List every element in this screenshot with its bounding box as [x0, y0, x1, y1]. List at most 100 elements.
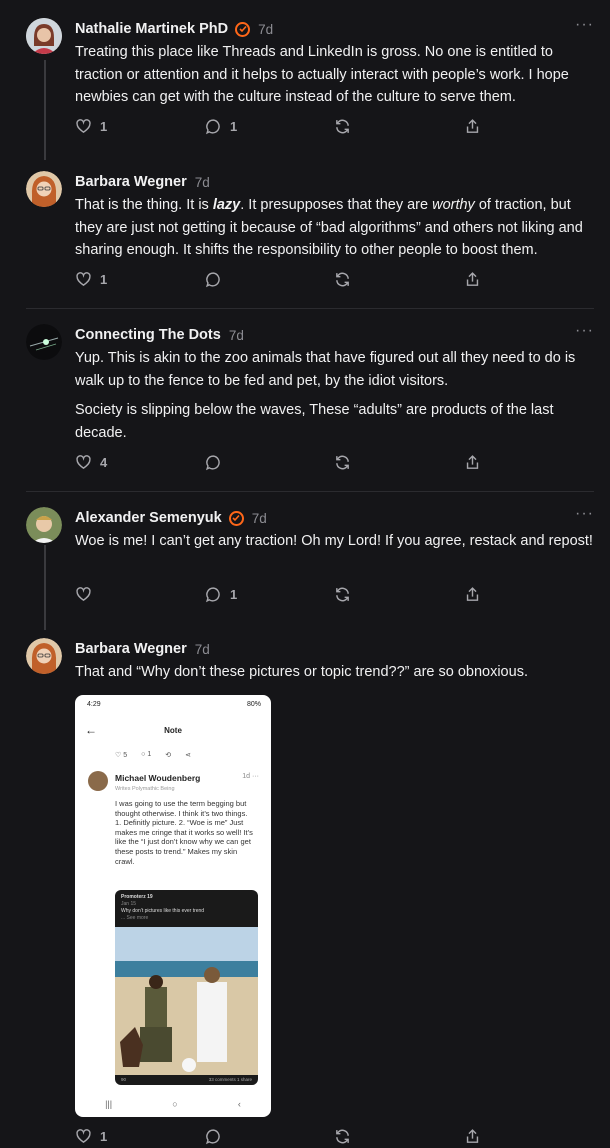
- comment-button[interactable]: [205, 1128, 222, 1145]
- share-icon: [466, 272, 479, 286]
- post-paragraph: That and “Why don’t these pictures or to…: [75, 664, 528, 680]
- phone-comments: ○ 1: [141, 751, 152, 758]
- like-count: 4: [100, 455, 108, 470]
- restack-icon: [336, 455, 349, 470]
- share-button[interactable]: [464, 271, 481, 288]
- heart-icon: [76, 587, 91, 602]
- comment-count: 1: [230, 587, 238, 602]
- restack-button[interactable]: [334, 454, 351, 471]
- share-button[interactable]: [464, 454, 481, 471]
- more-icon[interactable]: ···: [575, 323, 594, 339]
- embed-footer: 90 33 comments 1 share: [121, 1077, 252, 1082]
- post-body: That and “Why don’t these pictures or to…: [75, 661, 595, 684]
- embed-header: Promoterz 19 Jan 15 Why don’t pictures l…: [115, 890, 258, 926]
- share-button[interactable]: [464, 1128, 481, 1145]
- more-icon[interactable]: ···: [575, 506, 594, 522]
- phone-post-text: I was going to use the term begging but …: [115, 799, 253, 866]
- restack-button[interactable]: [334, 118, 351, 135]
- comment-icon: [205, 272, 220, 288]
- post-time[interactable]: 7d: [258, 22, 273, 37]
- share-button[interactable]: [464, 118, 481, 135]
- avatar[interactable]: [26, 324, 62, 360]
- author-name[interactable]: Alexander Semenyuk: [75, 510, 222, 526]
- divider: [26, 308, 594, 309]
- like-count: 1: [100, 1129, 108, 1144]
- phone-status-bar: 4:29 80%: [87, 701, 261, 708]
- author-name[interactable]: Nathalie Martinek PhD: [75, 21, 228, 37]
- like-button[interactable]: [75, 586, 92, 603]
- embed-more: ... See more: [121, 915, 149, 921]
- post-paragraph: Woe is me! I can’t get any traction! Oh …: [75, 533, 593, 549]
- comment-icon: [205, 455, 220, 471]
- comment-button[interactable]: 1: [205, 586, 237, 603]
- share-icon: [466, 1129, 479, 1143]
- post-time[interactable]: 7d: [195, 642, 210, 657]
- comment-icon: [205, 1129, 220, 1145]
- avatar[interactable]: [26, 507, 62, 543]
- heart-icon: [76, 1129, 91, 1144]
- post-time[interactable]: 7d: [229, 328, 244, 343]
- post-body: Treating this place like Threads and Lin…: [75, 41, 595, 109]
- phone-embedded-post: Promoterz 19 Jan 15 Why don’t pictures l…: [115, 890, 258, 1085]
- heart-icon: [76, 455, 91, 470]
- restack-button[interactable]: [334, 271, 351, 288]
- post-actions: 1: [75, 271, 485, 291]
- phone-avatar: [88, 771, 108, 791]
- embed-author: Promoterz 19: [121, 894, 153, 900]
- phone-author-subtitle: Writes Polymathic Being: [115, 786, 175, 792]
- embed-reactions: 90: [121, 1077, 127, 1082]
- author-name[interactable]: Connecting The Dots: [75, 327, 221, 343]
- phone-actions: ♡ 5 ○ 1 ⟲ ⋖: [115, 751, 191, 759]
- like-button[interactable]: 4: [75, 454, 107, 471]
- battery-level: 80%: [246, 701, 261, 708]
- restack-icon: [336, 119, 349, 134]
- restack-icon: [336, 272, 349, 287]
- divider: [26, 491, 594, 492]
- avatar[interactable]: [26, 171, 62, 207]
- author-name[interactable]: Barbara Wegner: [75, 174, 187, 190]
- restack-button[interactable]: [334, 586, 351, 603]
- post-time[interactable]: 7d: [252, 511, 267, 526]
- comment-button[interactable]: [205, 271, 222, 288]
- post-actions: 1: [75, 1128, 485, 1148]
- author-name[interactable]: Barbara Wegner: [75, 641, 187, 657]
- post-body: Woe is me! I can’t get any traction! Oh …: [75, 530, 595, 553]
- like-count: 1: [100, 119, 108, 134]
- like-button[interactable]: 1: [75, 118, 107, 135]
- restack-icon: [336, 1129, 349, 1144]
- avatar[interactable]: [26, 638, 62, 674]
- phone-like-count: 5: [123, 752, 128, 759]
- restack-button[interactable]: [334, 1128, 351, 1145]
- post-paragraph: Society is slipping below the waves, The…: [75, 402, 554, 441]
- recents-icon: |||: [105, 1099, 113, 1109]
- embed-date: Jan 15: [121, 901, 137, 907]
- comment-button[interactable]: [205, 454, 222, 471]
- embed-text: Why don’t pictures like this ever trend: [121, 908, 205, 914]
- like-button[interactable]: 1: [75, 1128, 107, 1145]
- avatar[interactable]: [26, 18, 62, 54]
- attached-screenshot[interactable]: 4:29 80% ← Note ♡ 5 ○ 1 ⟲ ⋖ Michael Woud…: [75, 695, 271, 1117]
- post-time[interactable]: 7d: [195, 175, 210, 190]
- comment-button[interactable]: 1: [205, 118, 237, 135]
- thread-line: [44, 545, 46, 630]
- post-actions: 4: [75, 454, 485, 474]
- post-body: Yup. This is akin to the zoo animals tha…: [75, 347, 595, 444]
- more-icon[interactable]: ···: [575, 17, 594, 33]
- embed-stats: 33 comments 1 share: [208, 1077, 252, 1082]
- verified-icon: [235, 21, 251, 37]
- phone-time-value: 1d: [242, 773, 251, 780]
- post-paragraph: Yup. This is akin to the zoo animals tha…: [75, 350, 576, 389]
- post-actions: 1: [75, 586, 485, 606]
- phone-header: Note: [164, 726, 182, 735]
- post-paragraph: That is the thing. It is lazy. It presup…: [75, 197, 583, 258]
- phone-restack-icon: ⟲: [165, 752, 172, 759]
- share-icon: [466, 587, 479, 601]
- share-icon: [466, 119, 479, 133]
- like-button[interactable]: 1: [75, 271, 107, 288]
- home-icon: ○: [172, 1099, 178, 1109]
- share-icon: [466, 455, 479, 469]
- comment-icon: [205, 587, 220, 603]
- comment-icon: [205, 119, 220, 135]
- share-button[interactable]: [464, 586, 481, 603]
- like-count: 1: [100, 272, 108, 287]
